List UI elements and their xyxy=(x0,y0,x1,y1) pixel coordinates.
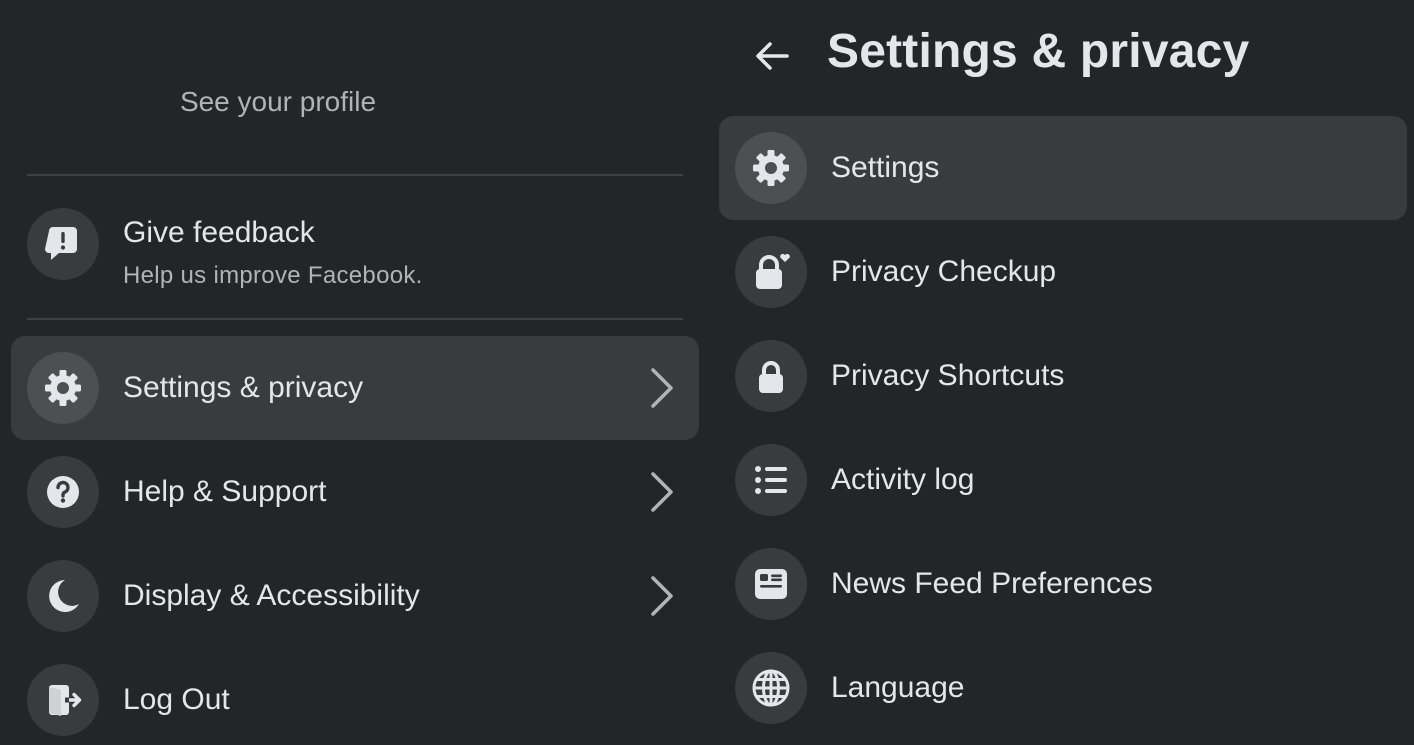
panel-item-label: Privacy Shortcuts xyxy=(831,359,1065,392)
see-profile-link[interactable]: See your profile xyxy=(0,86,556,118)
menu-item-label: Settings & privacy xyxy=(123,371,364,404)
divider xyxy=(27,174,683,176)
panel-item-privacy-shortcuts[interactable]: Privacy Shortcuts xyxy=(719,324,1407,428)
panel-item-label: Privacy Checkup xyxy=(831,255,1057,288)
gear-icon xyxy=(27,352,99,424)
panel-item-settings[interactable]: Settings xyxy=(719,116,1407,220)
divider xyxy=(27,318,683,320)
back-arrow-icon xyxy=(756,42,789,70)
menu-item-label: Help & Support xyxy=(123,475,327,508)
chevron-right-icon xyxy=(651,576,673,616)
news-feed-icon xyxy=(735,548,807,620)
panel-item-language[interactable]: Language xyxy=(719,636,1407,740)
menu-item-log-out[interactable]: Log Out xyxy=(11,648,699,745)
give-feedback-title: Give feedback xyxy=(123,216,315,249)
give-feedback-item[interactable]: Give feedback Help us improve Facebook. xyxy=(11,192,699,296)
logout-icon xyxy=(27,664,99,736)
menu-item-help-support[interactable]: Help & Support xyxy=(11,440,699,544)
chevron-right-icon xyxy=(651,368,673,408)
globe-icon xyxy=(735,652,807,724)
page-title: Settings & privacy xyxy=(827,25,1250,78)
panel-item-label: News Feed Preferences xyxy=(831,567,1153,600)
panel-item-activity-log[interactable]: Activity log xyxy=(719,428,1407,532)
question-icon xyxy=(27,456,99,528)
panel-item-privacy-checkup[interactable]: Privacy Checkup xyxy=(719,220,1407,324)
lock-heart-icon xyxy=(735,236,807,308)
back-button[interactable] xyxy=(746,30,798,82)
moon-icon xyxy=(27,560,99,632)
panel-item-label: Settings xyxy=(831,151,940,184)
menu-item-label: Log Out xyxy=(123,683,230,716)
account-menu: See your profile Give feedback Help us i… xyxy=(0,0,710,745)
panel-item-label: Activity log xyxy=(831,463,975,496)
menu-item-settings-privacy[interactable]: Settings & privacy xyxy=(11,336,699,440)
lock-icon xyxy=(735,340,807,412)
settings-privacy-panel: Settings & privacy Settings Privacy Chec… xyxy=(710,0,1414,745)
gear-icon xyxy=(735,132,807,204)
chevron-right-icon xyxy=(651,472,673,512)
panel-item-news-feed-preferences[interactable]: News Feed Preferences xyxy=(719,532,1407,636)
menu-item-label: Display & Accessibility xyxy=(123,579,420,612)
list-icon xyxy=(735,444,807,516)
give-feedback-subtitle: Help us improve Facebook. xyxy=(123,262,423,289)
feedback-icon xyxy=(27,208,99,280)
menu-item-display-accessibility[interactable]: Display & Accessibility xyxy=(11,544,699,648)
panel-item-label: Language xyxy=(831,671,965,704)
app-root: See your profile Give feedback Help us i… xyxy=(0,0,1414,745)
